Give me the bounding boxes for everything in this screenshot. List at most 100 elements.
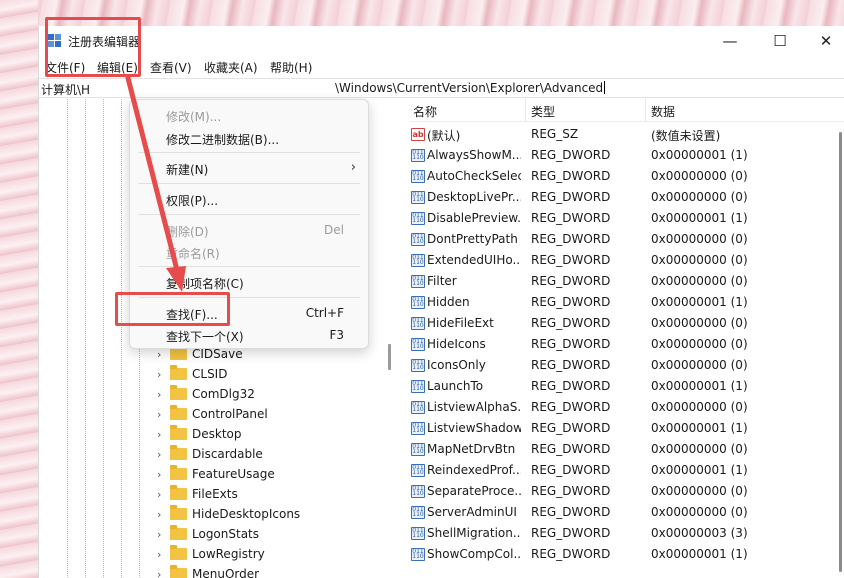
- value-name-cell: IconsOnly: [427, 358, 486, 372]
- tree-item[interactable]: › CLSID: [157, 364, 227, 384]
- value-name-cell: HideIcons: [427, 337, 486, 351]
- table-row[interactable]: 011 110 ListviewAlphaS... REG_DWORD 0x000000…: [409, 397, 844, 418]
- table-row[interactable]: 011 110 Filter REG_DWORD 0x00000000 (0): [409, 271, 844, 292]
- chevron-right-icon[interactable]: ›: [157, 568, 169, 578]
- table-row[interactable]: 011 110 HideIcons REG_DWORD 0x00000000 (0): [409, 334, 844, 355]
- table-row[interactable]: 011 110 AlwaysShowM... REG_DWORD 0x00000001 …: [409, 145, 844, 166]
- tree-item[interactable]: › LowRegistry: [157, 544, 265, 564]
- maximize-button[interactable]: ☐: [757, 26, 803, 56]
- table-row[interactable]: 011 110 ServerAdminUI REG_DWORD 0x00000000 (…: [409, 502, 844, 523]
- tree-guide-line: [85, 99, 86, 578]
- binary-value-icon: 011 110: [411, 296, 425, 309]
- tree-item[interactable]: › FileExts: [157, 484, 238, 504]
- table-row[interactable]: 011 110 DisablePreview... REG_DWORD 0x000000…: [409, 208, 844, 229]
- minimize-button[interactable]: —: [707, 26, 753, 56]
- table-row[interactable]: 011 110 ShowCompCol... REG_DWORD 0x00000001 …: [409, 544, 844, 565]
- chevron-right-icon[interactable]: ›: [157, 528, 169, 541]
- value-type-cell: REG_DWORD: [531, 190, 611, 204]
- chevron-right-icon[interactable]: ›: [157, 428, 169, 441]
- menu-delete-item[interactable]: 删除(D) Del: [130, 219, 368, 241]
- column-divider[interactable]: [645, 99, 646, 122]
- tree-item[interactable]: › Desktop: [157, 424, 242, 444]
- tree-item[interactable]: › ControlPanel: [157, 404, 268, 424]
- value-type-cell: REG_DWORD: [531, 211, 611, 225]
- chevron-right-icon[interactable]: ›: [157, 488, 169, 501]
- table-row[interactable]: 011 110 SeparateProce... REG_DWORD 0x0000000…: [409, 481, 844, 502]
- table-row[interactable]: 011 110 ShellMigration... REG_DWORD 0x000000…: [409, 523, 844, 544]
- menu-modify-binary-item[interactable]: 修改二进制数据(B)...: [130, 127, 368, 149]
- table-row[interactable]: 011 110 IconsOnly REG_DWORD 0x00000000 (0): [409, 355, 844, 376]
- tree-item[interactable]: › MenuOrder: [157, 564, 259, 578]
- binary-value-icon: 011 110: [411, 485, 425, 498]
- menu-rename-item[interactable]: 重命名(R): [130, 241, 368, 263]
- tree-item[interactable]: › LogonStats: [157, 524, 259, 544]
- table-row[interactable]: 011 110 ExtendedUIHo... REG_DWORD 0x00000000…: [409, 250, 844, 271]
- table-row[interactable]: 011 110 DontPrettyPath REG_DWORD 0x00000000 …: [409, 229, 844, 250]
- column-header-type[interactable]: 类型: [531, 103, 555, 120]
- binary-value-icon: 011 110: [411, 548, 425, 561]
- value-type-cell: REG_DWORD: [531, 463, 611, 477]
- menu-item-label: 重命名(R): [166, 247, 220, 261]
- tree-item-label: ControlPanel: [192, 407, 268, 421]
- folder-icon: [170, 565, 187, 578]
- value-type-cell: REG_DWORD: [531, 295, 611, 309]
- value-data-cell: 0x00000001 (1): [651, 421, 748, 435]
- value-data-cell: 0x00000001 (1): [651, 148, 748, 162]
- folder-icon: [170, 385, 187, 400]
- table-row[interactable]: ab (默认) REG_SZ (数值未设置): [409, 124, 844, 145]
- menu-item-shortcut: F3: [329, 328, 344, 342]
- tree-item[interactable]: › HideDesktopIcons: [157, 504, 300, 524]
- value-name-cell: (默认): [427, 129, 461, 143]
- menu-help[interactable]: 帮助(H): [270, 59, 312, 76]
- chevron-right-icon[interactable]: ›: [157, 508, 169, 521]
- tree-item-label: LowRegistry: [192, 547, 265, 561]
- menu-favorites[interactable]: 收藏夹(A): [204, 59, 258, 76]
- chevron-right-icon[interactable]: ›: [157, 388, 169, 401]
- folder-icon: [170, 405, 187, 420]
- close-button[interactable]: ✕: [803, 26, 844, 56]
- splitter-handle[interactable]: [388, 344, 391, 370]
- tree-item[interactable]: › Discardable: [157, 444, 263, 464]
- table-row[interactable]: 011 110 DesktopLivePr... REG_DWORD 0x0000000…: [409, 187, 844, 208]
- value-name-cell: Filter: [427, 274, 457, 288]
- list-scrollbar[interactable]: [837, 122, 843, 578]
- tree-item[interactable]: › ComDlg32: [157, 384, 255, 404]
- table-row[interactable]: 011 110 AutoCheckSelect REG_DWORD 0x00000000…: [409, 166, 844, 187]
- menu-view[interactable]: 查看(V): [150, 59, 192, 76]
- scrollbar-thumb[interactable]: [839, 132, 842, 572]
- close-icon: ✕: [819, 32, 833, 50]
- menu-modify-item[interactable]: 修改(M)...: [130, 104, 368, 126]
- table-row[interactable]: 011 110 HideFileExt REG_DWORD 0x00000000 (0): [409, 313, 844, 334]
- menu-permissions-item[interactable]: 权限(P)...: [130, 188, 368, 210]
- chevron-right-icon[interactable]: ›: [157, 348, 169, 361]
- column-header-data[interactable]: 数据: [651, 103, 675, 120]
- table-row[interactable]: 011 110 LaunchTo REG_DWORD 0x00000001 (1): [409, 376, 844, 397]
- value-type-cell: REG_DWORD: [531, 316, 611, 330]
- tree-item[interactable]: › FeatureUsage: [157, 464, 275, 484]
- binary-value-icon: 011 110: [411, 380, 425, 393]
- table-row[interactable]: 011 110 ReindexedProf... REG_DWORD 0x0000000…: [409, 460, 844, 481]
- desktop-wallpaper-left: [0, 0, 38, 578]
- value-name-cell: DontPrettyPath: [427, 232, 518, 246]
- annotation-highlight-edit-menu: [45, 17, 141, 77]
- binary-value-icon: 011 110: [411, 443, 425, 456]
- table-row[interactable]: 011 110 Hidden REG_DWORD 0x00000001 (1): [409, 292, 844, 313]
- value-type-cell: REG_DWORD: [531, 274, 611, 288]
- folder-icon: [170, 505, 187, 520]
- menu-new-item[interactable]: 新建(N) ›: [130, 157, 368, 179]
- chevron-right-icon[interactable]: ›: [157, 408, 169, 421]
- menu-copy-key-name-item[interactable]: 复制项名称(C): [130, 271, 368, 293]
- table-row[interactable]: 011 110 MapNetDrvBtn REG_DWORD 0x00000000 (0…: [409, 439, 844, 460]
- column-header-name[interactable]: 名称: [413, 103, 437, 120]
- address-bar[interactable]: 计算机\H \Windows\CurrentVersion\Explorer\A…: [39, 78, 844, 98]
- column-divider[interactable]: [525, 99, 526, 122]
- folder-icon: [170, 445, 187, 460]
- chevron-right-icon[interactable]: ›: [157, 468, 169, 481]
- title-bar[interactable]: 注册表编辑器 — ☐ ✕: [39, 26, 844, 56]
- values-list-pane[interactable]: 名称 类型 数据 ab (默认) REG_SZ (数值未设置) 011 110 Always…: [409, 99, 844, 578]
- menu-find-next-item[interactable]: 查找下一个(X) F3: [130, 324, 368, 346]
- table-row[interactable]: 011 110 ListviewShadow REG_DWORD 0x00000001 …: [409, 418, 844, 439]
- chevron-right-icon[interactable]: ›: [157, 548, 169, 561]
- chevron-right-icon[interactable]: ›: [157, 448, 169, 461]
- chevron-right-icon[interactable]: ›: [157, 368, 169, 381]
